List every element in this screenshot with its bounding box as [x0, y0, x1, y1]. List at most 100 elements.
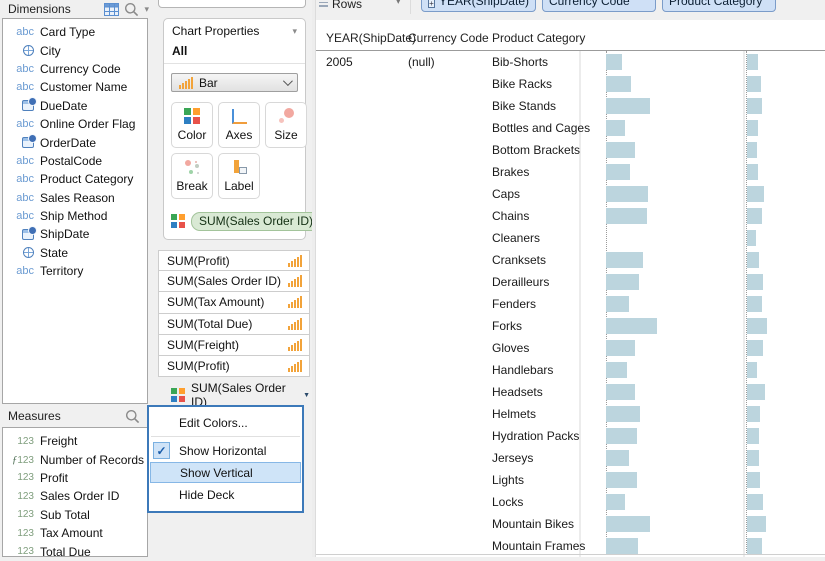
bar-mark[interactable]: [747, 516, 766, 532]
category-label[interactable]: Locks: [492, 491, 523, 513]
break-button[interactable]: Break: [171, 153, 213, 199]
bar-mark[interactable]: [747, 120, 758, 136]
deck-field-dropdown[interactable]: SUM(Sales Order ID) ▼: [158, 381, 310, 409]
metric-row[interactable]: SUM(Profit): [158, 355, 310, 378]
category-label[interactable]: Bike Stands: [492, 95, 556, 117]
category-label[interactable]: Gloves: [492, 337, 529, 359]
bar-mark[interactable]: [747, 428, 759, 444]
bar-mark[interactable]: [606, 98, 650, 114]
category-label[interactable]: Jerseys: [492, 447, 533, 469]
bar-mark[interactable]: [747, 230, 756, 246]
category-label[interactable]: Bike Racks: [492, 73, 552, 95]
collapse-caret-icon[interactable]: ▾: [292, 26, 297, 37]
category-label[interactable]: Brakes: [492, 161, 529, 183]
chart-type-dropdown[interactable]: Bar: [171, 73, 298, 92]
expand-plus-icon[interactable]: +: [428, 0, 435, 8]
category-label[interactable]: Bottles and Cages: [492, 117, 590, 139]
bar-mark[interactable]: [747, 274, 763, 290]
category-label[interactable]: Derailleurs: [492, 271, 549, 293]
metric-row[interactable]: SUM(Profit): [158, 250, 310, 272]
bar-mark[interactable]: [747, 252, 759, 268]
category-label[interactable]: Lights: [492, 469, 524, 491]
bar-mark[interactable]: [747, 208, 762, 224]
dimension-item[interactable]: OrderDate: [3, 133, 147, 151]
shelf-caret-icon[interactable]: ▾: [396, 0, 401, 7]
bar-mark[interactable]: [606, 208, 647, 224]
shelf-grip-icon[interactable]: [319, 0, 328, 9]
category-label[interactable]: Bib-Shorts: [492, 51, 548, 73]
bar-mark[interactable]: [606, 340, 635, 356]
dimension-item[interactable]: abc Card Type: [3, 23, 147, 41]
bar-mark[interactable]: [606, 450, 629, 466]
bar-mark[interactable]: [747, 98, 762, 114]
shelf-pill-currency-code[interactable]: Currency Code: [542, 0, 656, 12]
bar-mark[interactable]: [747, 450, 759, 466]
bar-mark[interactable]: [747, 384, 765, 400]
bar-mark[interactable]: [747, 494, 763, 510]
measure-item[interactable]: 123 Sub Total: [3, 506, 147, 524]
bar-mark[interactable]: [606, 318, 657, 334]
category-label[interactable]: Cranksets: [492, 249, 546, 271]
category-label[interactable]: Fenders: [492, 293, 536, 315]
bar-mark[interactable]: [606, 252, 643, 268]
bar-mark[interactable]: [606, 186, 648, 202]
category-label[interactable]: Forks: [492, 315, 522, 337]
category-label[interactable]: Chains: [492, 205, 529, 227]
metric-row[interactable]: SUM(Total Due): [158, 313, 310, 335]
metric-row[interactable]: SUM(Tax Amount): [158, 292, 310, 314]
dimension-item[interactable]: abc Customer Name: [3, 78, 147, 96]
color-field-chip[interactable]: SUM(Sales Order ID): [191, 212, 322, 231]
bar-mark[interactable]: [606, 494, 625, 510]
bar-mark[interactable]: [606, 428, 637, 444]
search-icon[interactable]: [125, 409, 140, 424]
bar-mark[interactable]: [747, 296, 762, 312]
bar-mark[interactable]: [747, 472, 760, 488]
measure-item[interactable]: ƒ123 Number of Records: [3, 450, 147, 468]
bar-mark[interactable]: [747, 186, 764, 202]
bar-mark[interactable]: [747, 538, 762, 554]
menu-item-show-vertical[interactable]: Show Vertical: [150, 462, 301, 483]
measure-item[interactable]: 123 Profit: [3, 469, 147, 487]
bar-mark[interactable]: [606, 472, 637, 488]
metric-row[interactable]: SUM(Sales Order ID): [158, 271, 310, 293]
dimension-item[interactable]: abc Currency Code: [3, 60, 147, 78]
bar-mark[interactable]: [747, 164, 758, 180]
bar-mark[interactable]: [606, 516, 650, 532]
bar-mark[interactable]: [747, 76, 761, 92]
dimension-item[interactable]: abc Product Category: [3, 170, 147, 188]
dimension-item[interactable]: abc PostalCode: [3, 152, 147, 170]
label-button[interactable]: Label: [218, 153, 260, 199]
measure-item[interactable]: 123 Total Due: [3, 542, 147, 560]
bar-mark[interactable]: [606, 142, 635, 158]
category-label[interactable]: Cleaners: [492, 227, 540, 249]
bar-mark[interactable]: [606, 164, 630, 180]
color-button[interactable]: Color: [171, 102, 213, 148]
bar-mark[interactable]: [606, 406, 640, 422]
category-label[interactable]: Hydration Packs: [492, 425, 579, 447]
measure-item[interactable]: 123 Freight: [3, 432, 147, 450]
size-button[interactable]: Size: [265, 102, 307, 148]
bar-mark[interactable]: [606, 54, 622, 70]
category-label[interactable]: Bottom Brackets: [492, 139, 580, 161]
dimension-item[interactable]: abc Online Order Flag: [3, 115, 147, 133]
dimension-item[interactable]: DueDate: [3, 97, 147, 115]
bar-mark[interactable]: [606, 274, 639, 290]
shelf-pill-product-category[interactable]: Product Category: [662, 0, 776, 12]
bar-mark[interactable]: [747, 318, 767, 334]
dimension-item[interactable]: ShipDate: [3, 225, 147, 243]
dimension-item[interactable]: City: [3, 41, 147, 59]
chevron-down-icon[interactable]: ▾: [144, 4, 149, 15]
shelf-pill-year-shipdate[interactable]: + YEAR(ShipDate): [421, 0, 536, 12]
dimension-item[interactable]: abc Ship Method: [3, 207, 147, 225]
dimension-item[interactable]: abc Territory: [3, 262, 147, 280]
bar-mark[interactable]: [606, 384, 635, 400]
bar-mark[interactable]: [747, 142, 757, 158]
menu-item-hide-deck[interactable]: Hide Deck: [149, 483, 302, 506]
measure-item[interactable]: 123 Tax Amount: [3, 524, 147, 542]
category-label[interactable]: Handlebars: [492, 359, 553, 381]
bar-mark[interactable]: [606, 120, 625, 136]
bar-mark[interactable]: [747, 406, 760, 422]
category-label[interactable]: Mountain Bikes: [492, 513, 574, 535]
menu-item-edit-colors[interactable]: Edit Colors...: [149, 411, 302, 434]
bar-mark[interactable]: [606, 538, 638, 554]
